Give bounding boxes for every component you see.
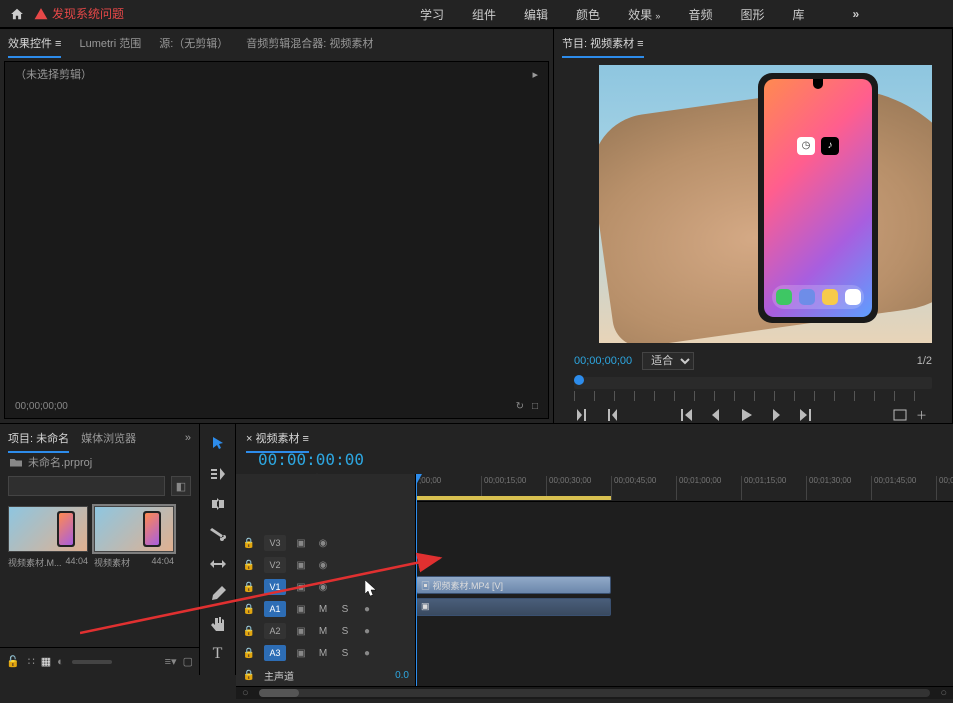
filter-icon[interactable]: ◧ — [171, 476, 191, 496]
program-monitor: 节目: 视频素材 ≡ ◷♪ 00;00;00;00 适合 1/2 — [554, 29, 953, 423]
tab-sequence[interactable]: × 视频素材 ≡ — [246, 430, 309, 446]
system-warning[interactable]: 发现系统问题 — [34, 5, 124, 22]
timeline-panel: × 视频素材 ≡ 00:00:00:00 🔒V3▣◉ 🔒V2▣◉ 🔒V1▣◉ 🔒… — [236, 424, 953, 675]
project-file[interactable]: 未命名.prproj — [0, 452, 199, 472]
tab-program[interactable]: 节目: 视频素材 ≡ — [562, 35, 644, 51]
program-preview[interactable]: ◷♪ — [599, 65, 932, 343]
project-panel: 项目: 未命名 媒体浏览器 » 未命名.prproj ◧ 视频素材.M...44… — [0, 424, 200, 675]
hand-tool-icon[interactable] — [208, 614, 228, 634]
play-icon[interactable] — [738, 407, 754, 423]
no-clip-label: （未选择剪辑） — [15, 66, 92, 82]
ripple-tool-icon[interactable] — [208, 494, 228, 514]
zoom-slider[interactable] — [72, 660, 112, 664]
lock-icon[interactable]: 🔓 — [6, 655, 20, 668]
menu-graphics[interactable]: 图形 — [740, 6, 764, 23]
mark-out-icon[interactable] — [604, 407, 620, 423]
page-indicator: 1/2 — [917, 355, 932, 367]
icon-view-icon[interactable]: ▦ — [41, 655, 51, 668]
menu-edit[interactable]: 编辑 — [524, 6, 548, 23]
slip-tool-icon[interactable] — [208, 554, 228, 574]
track-a3[interactable]: 🔒A3▣MS● — [236, 642, 415, 664]
list-view-icon[interactable]: ∷ — [28, 655, 35, 668]
mark-in-icon[interactable] — [574, 407, 590, 423]
track-a2[interactable]: 🔒A2▣MS● — [236, 620, 415, 642]
program-ruler — [574, 391, 932, 401]
panel-overflow-icon[interactable]: » — [185, 432, 191, 444]
program-timecode[interactable]: 00;00;00;00 — [574, 355, 632, 367]
track-a1[interactable]: 🔒A1▣MS● — [236, 598, 415, 620]
track-select-tool-icon[interactable] — [208, 464, 228, 484]
timeline-ruler[interactable]: ;00;00 00;00;15;00 00;00;30;00 00;00;45;… — [416, 474, 953, 502]
tab-source[interactable]: 源:（无剪辑） — [159, 35, 228, 51]
timeline-area[interactable]: ;00;00 00;00;15;00 00;00;30;00 00;00;45;… — [416, 474, 953, 686]
tab-audio-mixer[interactable]: 音频剪辑混合器: 视频素材 — [246, 35, 373, 51]
transport-controls: ＋ — [574, 407, 932, 423]
project-thumbnails: 视频素材.M...44:04 视频素材44:04 — [0, 500, 199, 575]
tab-project[interactable]: 项目: 未命名 — [8, 430, 69, 446]
menu-assembly[interactable]: 组件 — [472, 6, 496, 23]
audio-clip[interactable]: ▣ — [416, 598, 611, 616]
go-to-out-icon[interactable] — [798, 407, 814, 423]
step-fwd-icon[interactable] — [768, 407, 784, 423]
tools-palette: T — [200, 424, 236, 675]
video-clip[interactable]: ▣ 视频素材.MP4 [V] — [416, 576, 611, 594]
menu-effects[interactable]: 效果 » — [628, 6, 660, 23]
tab-effect-controls[interactable]: 效果控件 ≡ — [8, 35, 61, 51]
settings-plus-icon[interactable]: ＋ — [916, 407, 932, 423]
project-item[interactable]: 视频素材.M...44:04 — [8, 506, 88, 569]
track-v2[interactable]: 🔒V2▣◉ — [236, 554, 415, 576]
menu-audio[interactable]: 音频 — [688, 6, 712, 23]
chevron-right-icon[interactable]: ▸ — [532, 68, 538, 81]
razor-tool-icon[interactable] — [208, 524, 228, 544]
menu-learn[interactable]: 学习 — [420, 6, 444, 23]
new-bin-icon[interactable]: ≡▾ — [165, 655, 177, 668]
menu-library[interactable]: 库 — [792, 6, 804, 23]
timeline-timecode[interactable]: 00:00:00:00 — [258, 450, 943, 469]
track-v3[interactable]: 🔒V3▣◉ — [236, 532, 415, 554]
phone-mockup: ◷♪ — [758, 73, 878, 323]
effect-controls-body — [5, 86, 548, 394]
new-item-icon[interactable]: ▢ — [183, 655, 193, 668]
left-panel-tabs: 效果控件 ≡ Lumetri 范围 源:（无剪辑） 音频剪辑混合器: 视频素材 — [0, 29, 553, 57]
export-frame-icon[interactable] — [892, 407, 908, 423]
zoom-out-icon[interactable]: ○ — [242, 687, 249, 699]
menu-color[interactable]: 颜色 — [576, 6, 600, 23]
zoom-fit-select[interactable]: 适合 — [642, 352, 694, 370]
step-back-icon[interactable] — [708, 407, 724, 423]
track-headers: 🔒V3▣◉ 🔒V2▣◉ 🔒V1▣◉ 🔒A1▣MS● 🔒A2▣MS● 🔒A3▣MS… — [236, 474, 416, 686]
title-bar: 发现系统问题 学习 组件 编辑 颜色 效果 » 音频 图形 库 » — [0, 0, 953, 28]
timecode-source: 00;00;00;00 — [15, 401, 68, 412]
menu-overflow[interactable]: » — [852, 7, 859, 21]
track-v1[interactable]: 🔒V1▣◉ — [236, 576, 415, 598]
pen-tool-icon[interactable] — [208, 584, 228, 604]
project-item[interactable]: 视频素材44:04 — [94, 506, 174, 569]
project-toolbar: 🔓 ∷ ▦ ◐ ≡▾ ▢ — [0, 647, 199, 675]
export-icon[interactable]: □ — [532, 401, 538, 412]
zoom-in-icon[interactable]: ○ — [940, 687, 947, 699]
tab-media-browser[interactable]: 媒体浏览器 — [81, 430, 136, 446]
go-to-in-icon[interactable] — [678, 407, 694, 423]
timeline-scrollbar[interactable]: ○ ○ — [236, 686, 953, 699]
effect-controls-panel: 效果控件 ≡ Lumetri 范围 源:（无剪辑） 音频剪辑混合器: 视频素材 … — [0, 29, 554, 423]
track-master[interactable]: 🔒主声道0.0 — [236, 664, 415, 686]
tab-lumetri[interactable]: Lumetri 范围 — [79, 35, 141, 51]
loop-icon[interactable]: ↻ — [516, 401, 524, 412]
search-input[interactable] — [8, 476, 165, 496]
type-tool-icon[interactable]: T — [208, 644, 228, 664]
playhead[interactable] — [416, 474, 417, 686]
workspace-menu: 学习 组件 编辑 颜色 效果 » 音频 图形 库 » — [420, 0, 859, 28]
selection-tool-icon[interactable] — [208, 434, 228, 454]
home-icon[interactable] — [10, 7, 24, 21]
warning-text: 发现系统问题 — [52, 5, 124, 22]
program-scrubber[interactable] — [574, 377, 932, 389]
freeform-view-icon[interactable]: ◐ — [57, 656, 64, 668]
